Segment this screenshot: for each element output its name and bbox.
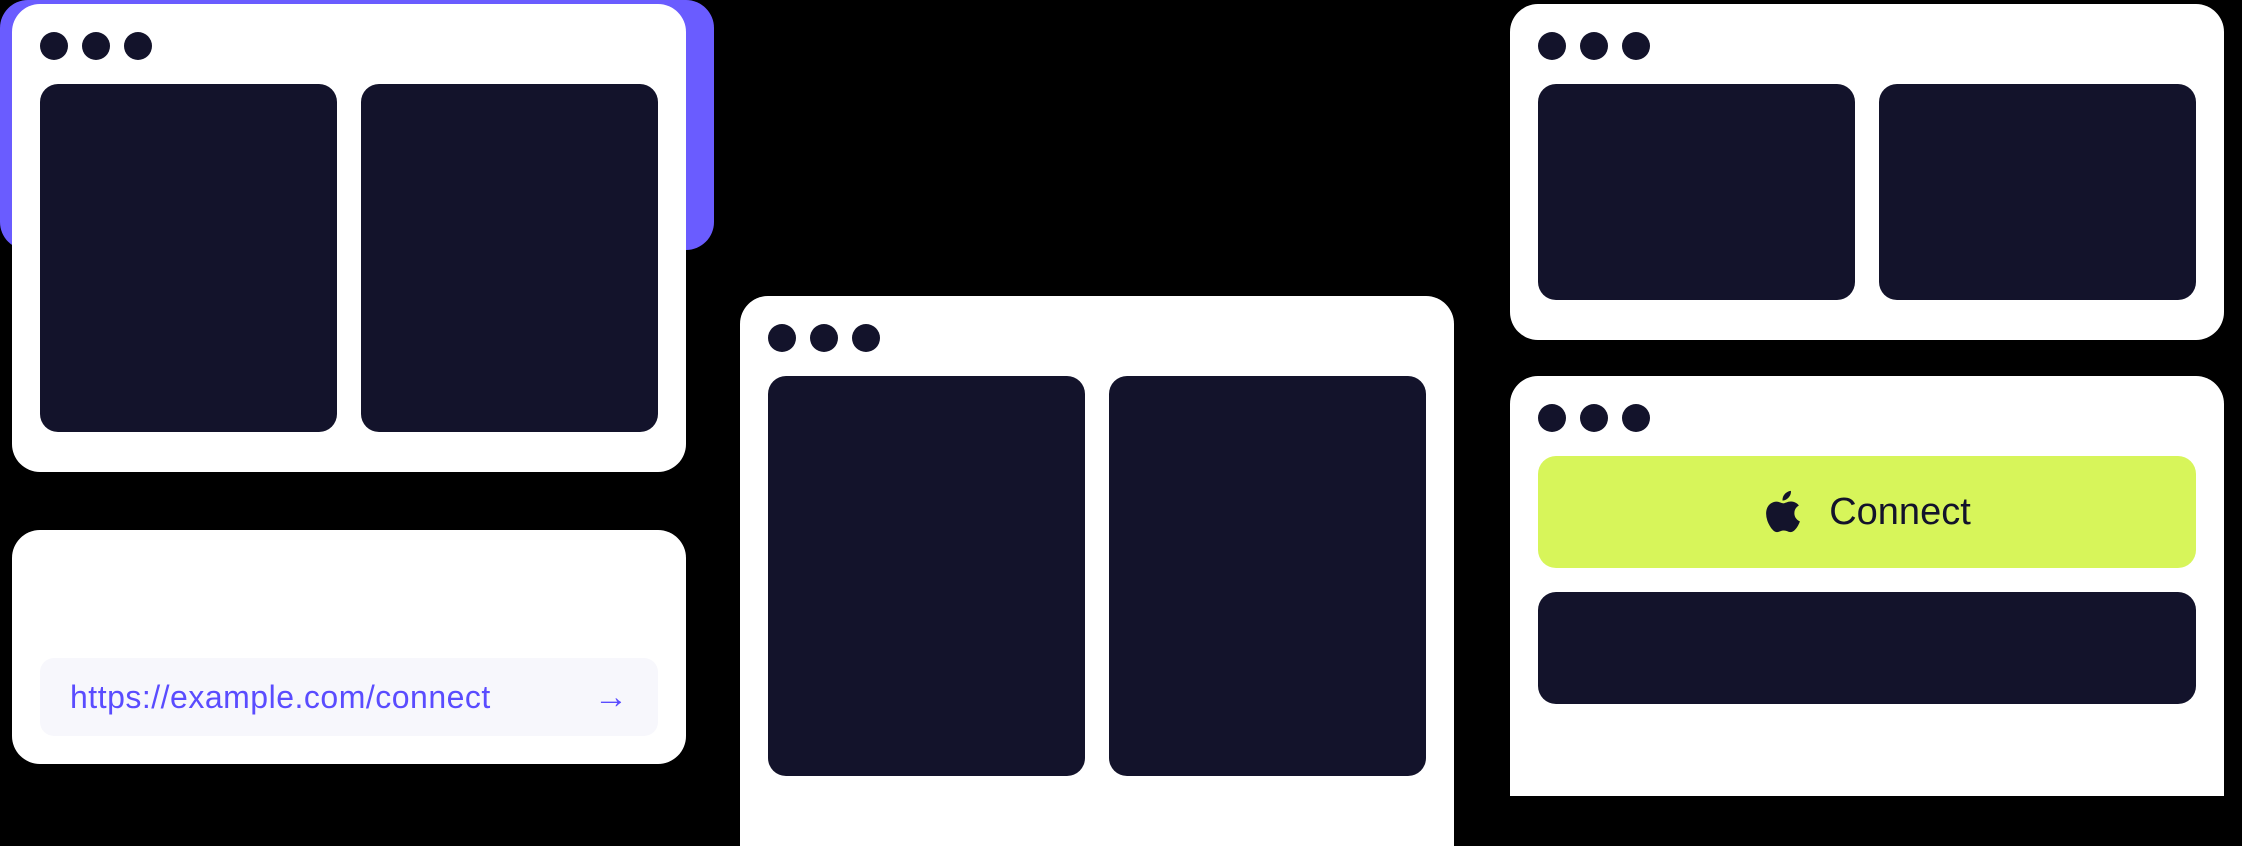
- window-dot[interactable]: [1622, 404, 1650, 432]
- content-pane: [40, 84, 337, 432]
- arrow-right-icon[interactable]: →: [594, 678, 628, 717]
- window-controls: [1538, 32, 2196, 60]
- url-window: https://example.com/connect →: [12, 530, 686, 764]
- secondary-button[interactable]: [1538, 592, 2196, 704]
- window-controls: [40, 32, 658, 60]
- connect-label: Connect: [1829, 491, 1971, 534]
- window-controls: [1538, 404, 2196, 432]
- url-bar[interactable]: https://example.com/connect →: [40, 658, 658, 736]
- window-dot[interactable]: [1622, 32, 1650, 60]
- window-dot[interactable]: [1538, 404, 1566, 432]
- connect-button[interactable]: Connect: [1538, 456, 2196, 568]
- window-dot[interactable]: [40, 32, 68, 60]
- apple-icon: [1763, 489, 1803, 535]
- window-dot[interactable]: [1580, 32, 1608, 60]
- url-text: https://example.com/connect: [70, 679, 491, 716]
- content-pane: [768, 376, 1085, 776]
- window-dot[interactable]: [82, 32, 110, 60]
- window-controls: [768, 324, 1426, 352]
- content-panes: [1538, 84, 2196, 300]
- window-dot[interactable]: [852, 324, 880, 352]
- window-dot[interactable]: [1538, 32, 1566, 60]
- app-window-e: [1510, 4, 2224, 340]
- window-dot[interactable]: [810, 324, 838, 352]
- window-dot[interactable]: [768, 324, 796, 352]
- app-window-a: [12, 4, 686, 472]
- content-panes: [40, 84, 658, 432]
- content-pane: [1109, 376, 1426, 776]
- content-pane: [1538, 84, 1855, 300]
- window-dot[interactable]: [1580, 404, 1608, 432]
- content-pane: [1879, 84, 2196, 300]
- content-pane: [361, 84, 658, 432]
- window-dot[interactable]: [124, 32, 152, 60]
- connect-window: Connect: [1510, 376, 2224, 796]
- content-panes: [768, 376, 1426, 776]
- app-window-d: [740, 296, 1454, 846]
